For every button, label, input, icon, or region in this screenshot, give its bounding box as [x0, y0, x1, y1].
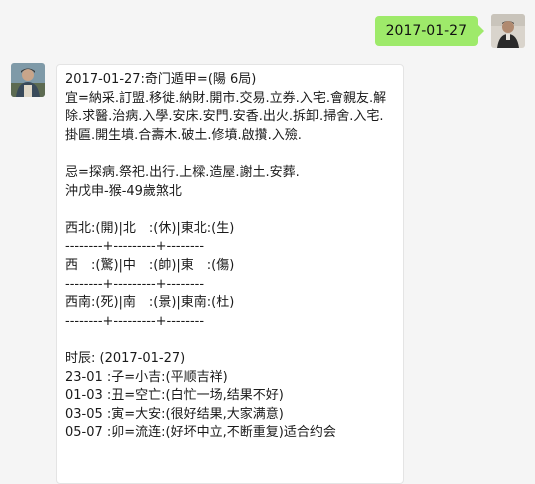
- contact-avatar[interactable]: [11, 63, 45, 97]
- hour-line: 01-03 :丑=空亡:(白忙一场,结果不好): [65, 388, 284, 404]
- yi-text: 宜=納采.訂盟.移徙.納財.開市.交易.立券.入宅.會親友.解除.求醫.治病.入…: [65, 90, 387, 143]
- hour-line: 23-01 :子=小吉:(平顺吉祥): [65, 369, 228, 385]
- incoming-message-bubble[interactable]: 2017-01-27:奇门遁甲=(陽 6局) 宜=納采.訂盟.移徙.納財.開市.…: [56, 64, 404, 484]
- grid-divider: --------+---------+--------: [65, 239, 205, 255]
- grid-divider: --------+---------+--------: [65, 276, 205, 292]
- grid-row: 西 :(驚)|中 :(帥)|東 :(傷): [65, 257, 235, 273]
- ji-text: 忌=探病.祭祀.出行.上樑.造屋.謝土.安葬.: [65, 164, 300, 180]
- hour-line: 03-05 :寅=大安:(很好结果,大家满意): [65, 406, 284, 422]
- hours-title: 时辰: (2017-01-27): [65, 350, 186, 366]
- hour-line: 05-07 :卯=流连:(好坏中立,不断重复)适合约会: [65, 425, 336, 441]
- outgoing-message-text: 2017-01-27: [385, 23, 467, 39]
- grid-divider: --------+---------+--------: [65, 313, 205, 329]
- contact-avatar-icon: [11, 63, 45, 97]
- grid-row: 西北:(開)|北 :(休)|東北:(生): [65, 220, 235, 236]
- message-header: 2017-01-27:奇门遁甲=(陽 6局): [65, 72, 257, 87]
- grid-row: 西南:(死)|南 :(景)|東南:(杜): [65, 295, 235, 311]
- chong-text: 沖戊申-猴-49歲煞北: [65, 183, 182, 199]
- user-avatar[interactable]: [491, 14, 525, 48]
- outgoing-message-bubble[interactable]: 2017-01-27: [374, 16, 485, 46]
- user-avatar-icon: [491, 14, 525, 48]
